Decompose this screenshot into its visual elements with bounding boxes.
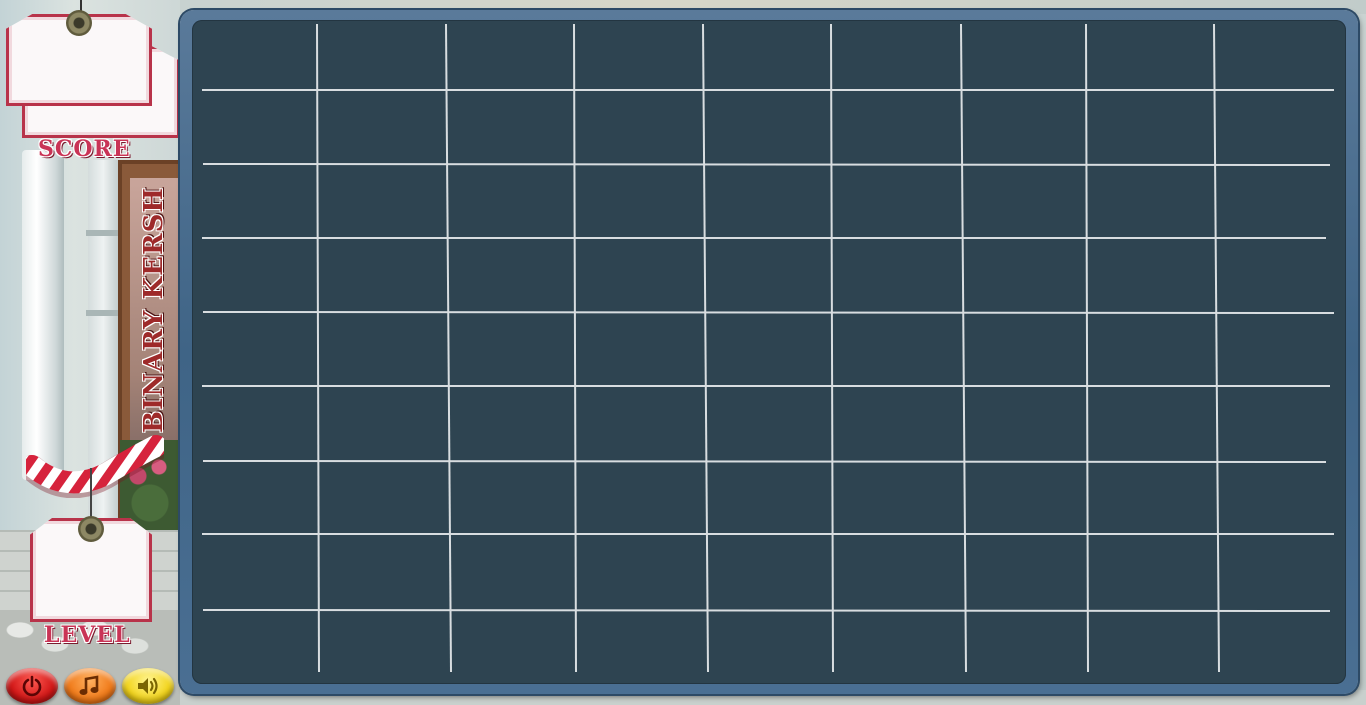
board-grid[interactable] bbox=[192, 20, 1346, 684]
music-button[interactable] bbox=[64, 668, 116, 704]
grid-row-line bbox=[202, 460, 1327, 463]
grid-column-line bbox=[960, 23, 967, 673]
grid-column-line bbox=[1213, 23, 1220, 673]
score-label: SCORE bbox=[38, 136, 131, 162]
power-icon bbox=[22, 675, 42, 697]
tag-grommet bbox=[66, 10, 92, 36]
grid-column-line bbox=[830, 23, 834, 673]
speaker-icon bbox=[138, 677, 158, 695]
tag-grommet bbox=[78, 516, 104, 542]
grid-column-line bbox=[1085, 23, 1089, 673]
power-button[interactable] bbox=[6, 668, 58, 704]
grid-column-line bbox=[702, 23, 709, 673]
grid-row-line bbox=[202, 163, 1331, 166]
grid-column-line bbox=[573, 23, 577, 673]
music-note-icon bbox=[79, 675, 99, 695]
grid-column-line bbox=[445, 23, 452, 673]
grid-row-line bbox=[202, 609, 1331, 612]
sound-button[interactable] bbox=[122, 668, 174, 704]
level-label: LEVEL bbox=[44, 622, 131, 648]
grid-row-line bbox=[202, 311, 1335, 314]
grid-column-line bbox=[316, 23, 320, 673]
game-title: BINARY KERSH bbox=[139, 187, 169, 433]
candy-cane-icon bbox=[26, 435, 164, 498]
game-board[interactable] bbox=[192, 20, 1346, 684]
